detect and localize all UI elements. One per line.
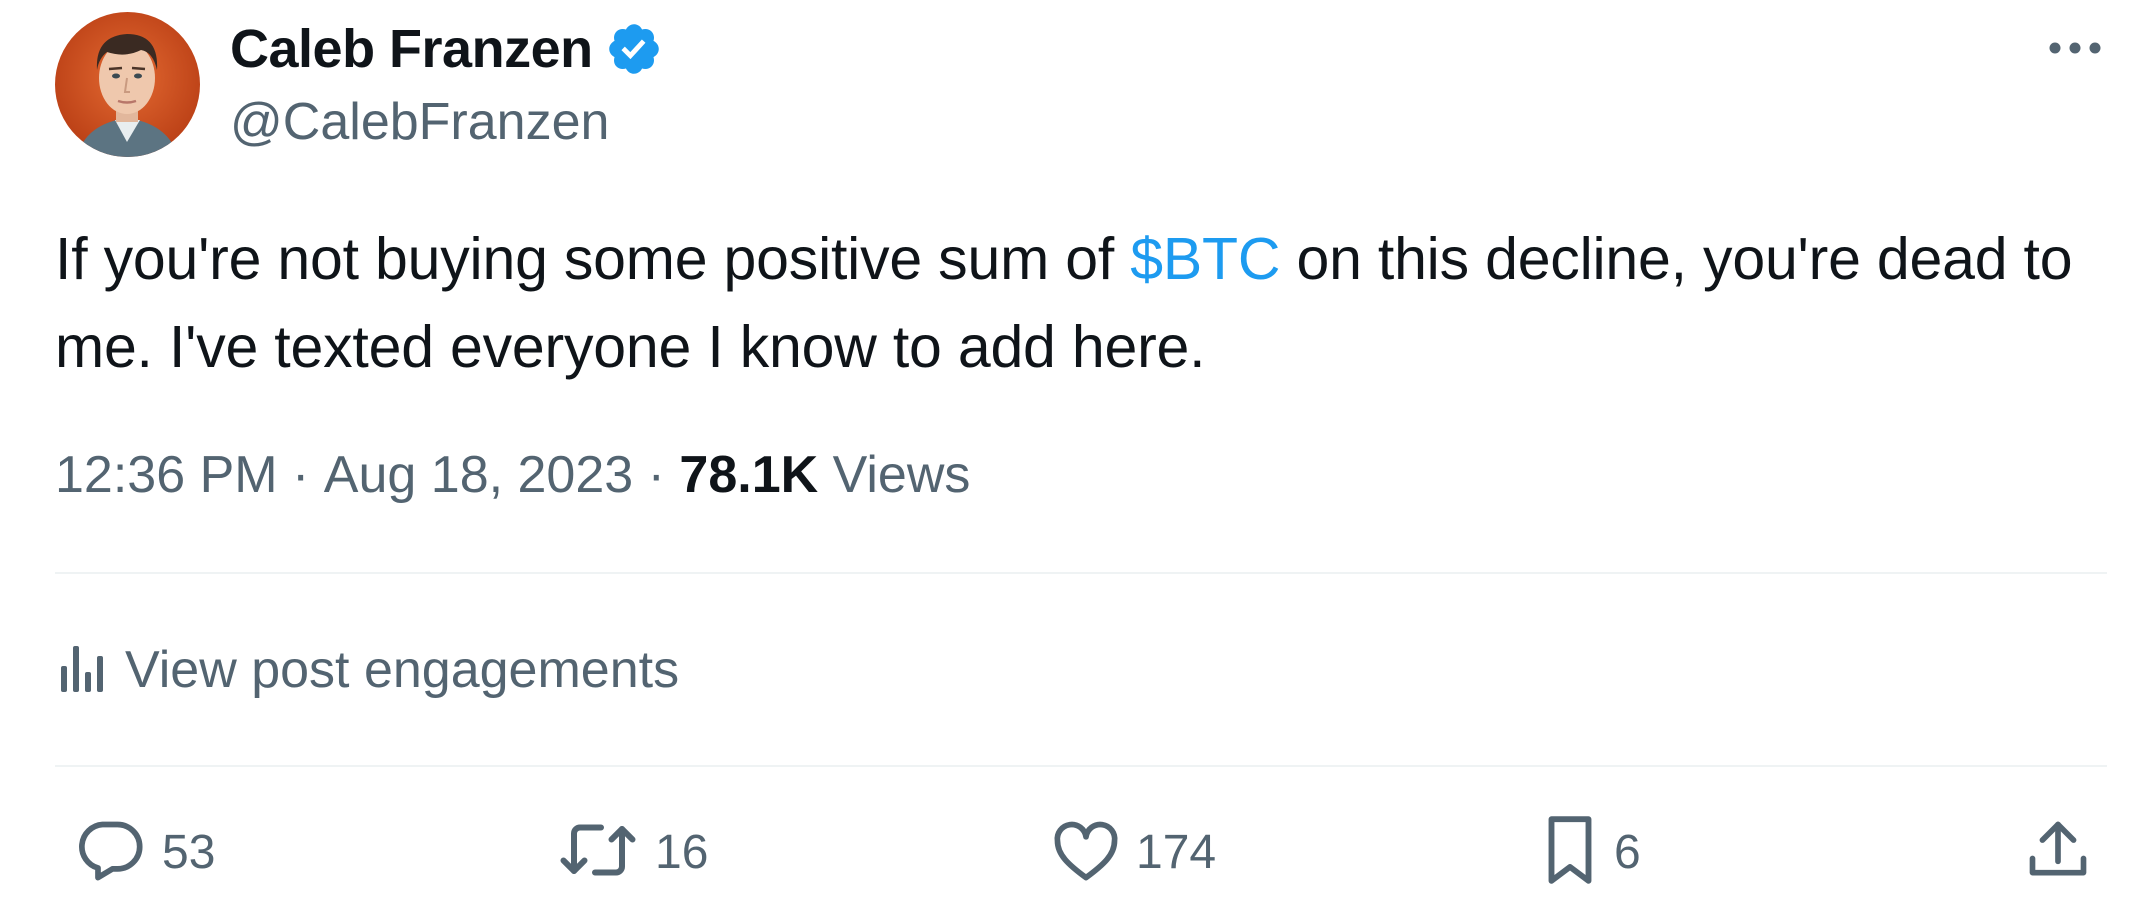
avatar[interactable] bbox=[55, 12, 200, 157]
bookmark-count: 6 bbox=[1614, 825, 1641, 879]
meta-separator: · bbox=[277, 446, 324, 504]
reply-count: 53 bbox=[162, 825, 216, 879]
author-name-row: Caleb Franzen bbox=[230, 14, 663, 84]
tweet-time[interactable]: 12:36 PM bbox=[55, 445, 278, 505]
bar-chart-icon bbox=[55, 642, 105, 699]
retweet-count: 16 bbox=[655, 825, 709, 879]
author-handle[interactable]: @CalebFranzen bbox=[230, 92, 609, 152]
retweet-button[interactable]: 16 bbox=[555, 812, 708, 892]
verified-badge-icon[interactable] bbox=[605, 20, 663, 78]
view-engagements-label: View post engagements bbox=[125, 641, 680, 699]
views-label: Views bbox=[818, 446, 971, 504]
meta-separator: · bbox=[633, 446, 680, 504]
views-count: 78.1K bbox=[679, 446, 819, 504]
author-name[interactable]: Caleb Franzen bbox=[230, 18, 593, 80]
tweet-date[interactable]: Aug 18, 2023 bbox=[324, 445, 633, 505]
reply-icon bbox=[72, 814, 148, 891]
share-button[interactable] bbox=[2025, 812, 2091, 892]
more-options-icon[interactable] bbox=[2040, 28, 2110, 68]
view-engagements-button[interactable]: View post engagements bbox=[55, 635, 679, 705]
bookmark-button[interactable]: 6 bbox=[1540, 812, 1641, 892]
divider bbox=[55, 572, 2107, 574]
tweet-text: If you're not buying some positive sum o… bbox=[55, 215, 2115, 391]
bookmark-icon bbox=[1540, 813, 1600, 892]
cashtag-link[interactable]: $BTC bbox=[1130, 226, 1280, 292]
share-icon bbox=[2025, 816, 2091, 889]
tweet-text-part: If you're not buying some positive sum o… bbox=[55, 226, 1131, 292]
reply-button[interactable]: 53 bbox=[72, 812, 215, 892]
heart-icon bbox=[1050, 816, 1122, 889]
tweet-meta: 12:36 PM · Aug 18, 2023 · 78.1K Views bbox=[55, 445, 970, 505]
divider bbox=[55, 765, 2107, 767]
like-button[interactable]: 174 bbox=[1050, 812, 1216, 892]
like-count: 174 bbox=[1136, 825, 1217, 879]
retweet-icon bbox=[555, 814, 641, 891]
